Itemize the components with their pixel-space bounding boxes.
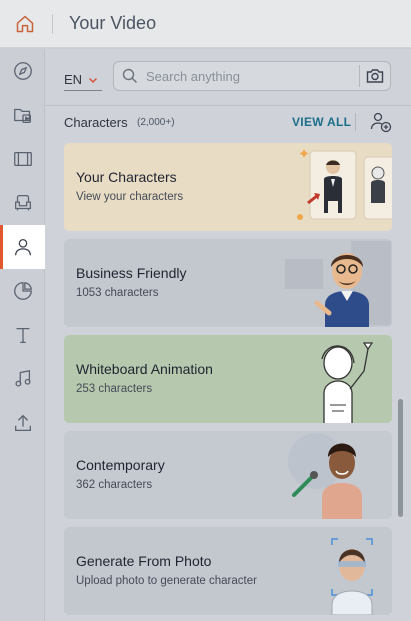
card-title: Your Characters bbox=[76, 169, 177, 185]
view-all-link[interactable]: VIEW ALL bbox=[292, 115, 351, 129]
header-divider bbox=[355, 113, 356, 131]
compass-icon bbox=[13, 62, 32, 80]
characters-panel: EN Characters (2,000+) VIEW ALL Your bbox=[45, 49, 411, 621]
sidebar-item-text[interactable] bbox=[0, 313, 45, 357]
home-button[interactable] bbox=[8, 8, 42, 40]
card-whiteboard-animation[interactable]: Whiteboard Animation 253 characters bbox=[64, 335, 392, 423]
add-person-icon bbox=[370, 112, 392, 133]
card-subtitle: View your characters bbox=[76, 191, 184, 203]
business-character-illustration bbox=[285, 241, 391, 327]
person-icon bbox=[14, 239, 31, 256]
scroll-thumb[interactable] bbox=[398, 399, 403, 517]
search-input[interactable] bbox=[146, 68, 359, 84]
scrollbar[interactable] bbox=[398, 109, 403, 615]
card-your-characters[interactable]: Your Characters View your characters bbox=[64, 143, 392, 231]
sidebar-item-characters[interactable] bbox=[0, 225, 45, 269]
upload-icon bbox=[14, 414, 31, 431]
sidebar-item-media[interactable] bbox=[0, 93, 45, 137]
chevron-down-icon bbox=[89, 77, 98, 83]
card-title: Contemporary bbox=[76, 457, 165, 473]
home-icon bbox=[16, 15, 34, 33]
characters-section-header: Characters (2,000+) VIEW ALL bbox=[45, 105, 411, 137]
camera-icon bbox=[366, 69, 384, 83]
text-icon bbox=[16, 327, 29, 343]
search-icon bbox=[122, 68, 137, 83]
title-divider bbox=[52, 14, 53, 34]
card-contemporary[interactable]: Contemporary 362 characters bbox=[64, 431, 392, 519]
sidebar-item-music[interactable] bbox=[0, 357, 45, 401]
language-select[interactable]: EN bbox=[64, 69, 102, 91]
section-count: (2,000+) bbox=[137, 117, 175, 128]
character-cards-illustration bbox=[297, 149, 392, 220]
sidebar bbox=[0, 49, 45, 621]
sidebar-item-upload[interactable] bbox=[0, 401, 45, 445]
music-note-icon bbox=[14, 369, 31, 387]
card-subtitle: 253 characters bbox=[76, 383, 153, 395]
card-subtitle: 1053 characters bbox=[76, 287, 159, 299]
sidebar-item-explore[interactable] bbox=[0, 49, 45, 93]
image-search-button[interactable] bbox=[360, 62, 390, 90]
sidebar-item-props[interactable] bbox=[0, 181, 45, 225]
pie-chart-icon bbox=[13, 282, 32, 300]
chair-icon bbox=[14, 195, 31, 211]
section-title: Characters bbox=[64, 115, 128, 130]
card-title: Generate From Photo bbox=[76, 553, 212, 569]
card-subtitle: Upload photo to generate character bbox=[76, 575, 257, 587]
whiteboard-character-illustration bbox=[321, 342, 374, 423]
sidebar-item-charts[interactable] bbox=[0, 269, 45, 313]
card-title: Whiteboard Animation bbox=[76, 361, 213, 377]
media-folder-icon bbox=[13, 108, 31, 123]
video-title[interactable]: Your Video bbox=[69, 13, 156, 34]
top-bar: Your Video bbox=[0, 0, 411, 48]
card-business-friendly[interactable]: Business Friendly 1053 characters bbox=[64, 239, 392, 327]
sidebar-item-scenes[interactable] bbox=[0, 137, 45, 181]
card-title: Business Friendly bbox=[76, 265, 187, 281]
search-box bbox=[113, 61, 391, 91]
card-generate-from-photo[interactable]: Generate From Photo Upload photo to gene… bbox=[64, 527, 392, 615]
language-label: EN bbox=[64, 72, 83, 87]
photo-to-character-illustration bbox=[331, 538, 373, 615]
film-icon bbox=[13, 151, 32, 167]
contemporary-character-illustration bbox=[288, 433, 362, 519]
card-subtitle: 362 characters bbox=[76, 479, 153, 491]
add-character-button[interactable] bbox=[369, 110, 393, 134]
